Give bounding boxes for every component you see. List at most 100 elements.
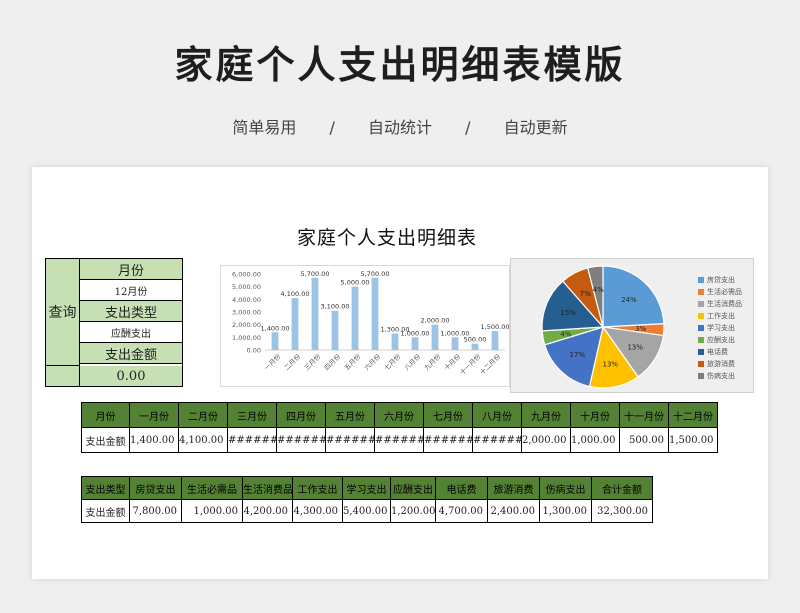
value-cell[interactable]: ######## (472, 427, 522, 453)
header-cell: 学习支出 (342, 476, 391, 500)
row-label-cell: 支出金额 (81, 499, 130, 523)
header-cell: 三月份 (227, 402, 277, 428)
bar-data-label: 2,000.00 (421, 317, 450, 325)
header-cell: 合计金额 (591, 476, 653, 500)
value-cell[interactable]: ######### (374, 427, 424, 453)
header-cell: 生活必需品 (181, 476, 243, 500)
legend-swatch (698, 337, 704, 343)
value-cell[interactable]: 5,400.00 (342, 499, 391, 523)
bar-data-label: 500.00 (464, 336, 487, 344)
legend-swatch (698, 373, 704, 379)
header-cell: 一月份 (129, 402, 179, 428)
value-cell[interactable]: 4,100.00 (178, 427, 228, 453)
legend-label: 生活消费品 (707, 300, 742, 308)
legend-label: 学习支出 (707, 324, 735, 332)
legend-item: 旅游消费 (698, 358, 742, 370)
bar-data-label: 1,500.00 (481, 323, 510, 331)
x-category-label: 三月份 (302, 352, 323, 373)
header-cell: 八月份 (472, 402, 522, 428)
legend-swatch (698, 349, 704, 355)
pie-percent-label: 7% (580, 290, 591, 298)
y-tick-label: 2,000.00 (232, 321, 261, 329)
value-cell[interactable]: 4,300.00 (292, 499, 343, 523)
query-month-select[interactable]: 12月份 (80, 280, 182, 301)
value-cell[interactable]: ######### (227, 427, 277, 453)
value-cell[interactable]: 4,200.00 (242, 499, 293, 523)
legend-item: 工作支出 (698, 310, 742, 322)
bar-6 (371, 277, 379, 350)
hero-features: 简单易用 / 自动统计 / 自动更新 (0, 114, 800, 138)
legend-item: 伤病支出 (698, 370, 742, 382)
legend-label: 旅游消费 (707, 360, 735, 368)
header-cell: 四月份 (276, 402, 326, 428)
legend-item: 房贷支出 (698, 274, 742, 286)
value-cell[interactable]: 1,000.00 (181, 499, 243, 523)
legend-item: 应酬支出 (698, 334, 742, 346)
y-tick-label: 5,000.00 (232, 283, 261, 291)
header-cell: 房贷支出 (129, 476, 182, 500)
pie-percent-label: 13% (627, 343, 643, 351)
legend-swatch (698, 277, 704, 283)
bar-data-label: 5,700.00 (301, 270, 330, 278)
legend-label: 伤病支出 (707, 372, 735, 380)
bar-1 (271, 332, 279, 350)
bar-7 (391, 333, 399, 350)
x-category-label: 一月份 (262, 352, 283, 373)
pie-percent-label: 4% (593, 286, 604, 294)
x-category-label: 七月份 (382, 352, 403, 373)
row-label-cell: 支出金额 (81, 427, 130, 453)
header-cell: 电话费 (435, 476, 488, 500)
bar-8 (411, 337, 419, 350)
query-month-header: 月份 (80, 259, 182, 280)
query-blank-cell (46, 366, 80, 386)
query-amount-value: 0.00 (80, 366, 182, 386)
legend-swatch (698, 301, 704, 307)
value-cell[interactable]: 4,700.00 (435, 499, 488, 523)
legend-label: 应酬支出 (707, 336, 735, 344)
value-cell[interactable]: 7,800.00 (129, 499, 182, 523)
bar-data-label: 5,000.00 (341, 279, 370, 287)
pie-percent-label: 24% (621, 296, 637, 304)
y-tick-label: 4,000.00 (232, 296, 261, 304)
query-type-header: 支出类型 (80, 301, 182, 322)
value-cell[interactable]: 2,400.00 (487, 499, 540, 523)
bar-2 (291, 298, 299, 350)
header-cell: 月份 (81, 402, 130, 428)
feature-easy: 简单易用 (232, 118, 297, 137)
header-cell: 伤病支出 (539, 476, 592, 500)
value-cell[interactable]: 32,300.00 (591, 499, 653, 523)
query-type-select[interactable]: 应酬支出 (80, 322, 182, 343)
header-cell: 十月份 (570, 402, 620, 428)
bar-data-label: 4,100.00 (281, 290, 310, 298)
feature-sep: / (329, 118, 335, 137)
pie-percent-label: 4% (560, 330, 571, 338)
legend-item: 学习支出 (698, 322, 742, 334)
value-cell[interactable]: ######## (325, 427, 375, 453)
value-cell[interactable]: 1,200.00 (390, 499, 436, 523)
category-expense-table: 支出类型 房贷支出 生活必需品 生活消费品 工作支出 学习支出 应酬支出 电话费 旅游消费 伤病支… (81, 476, 653, 523)
pie-percent-label: 17% (569, 351, 585, 359)
value-cell[interactable]: 500.00 (619, 427, 669, 453)
bar-data-label: 1,000.00 (401, 329, 430, 337)
legend-label: 房贷支出 (707, 276, 735, 284)
header-cell: 七月份 (423, 402, 473, 428)
feature-auto-update: 自动更新 (503, 118, 568, 137)
value-cell[interactable]: 1,500.00 (668, 427, 718, 453)
header-cell: 旅游消费 (487, 476, 540, 500)
value-cell[interactable]: ######### (423, 427, 473, 453)
legend-swatch (698, 313, 704, 319)
value-cell[interactable]: 1,300.00 (539, 499, 592, 523)
x-category-label: 九月份 (422, 352, 443, 373)
value-cell[interactable]: 1,400.00 (129, 427, 179, 453)
bar-chart-svg: 0.00 1,000.00 2,000.00 3,000.00 4,000.00 5,00… (232, 270, 510, 377)
value-cell[interactable]: 2,000.00 (521, 427, 571, 453)
value-cell[interactable]: 1,000.00 (570, 427, 620, 453)
header-cell: 五月份 (325, 402, 375, 428)
value-cell[interactable]: ######### (276, 427, 326, 453)
query-panel: 查询 月份 12月份 支出类型 应酬支出 支出金额 0.00 (45, 258, 183, 387)
legend-swatch (698, 289, 704, 295)
bar-11 (471, 343, 479, 350)
y-tick-label: 3,000.00 (232, 309, 261, 317)
header-cell: 二月份 (178, 402, 228, 428)
y-tick-label: 0.00 (247, 347, 261, 355)
